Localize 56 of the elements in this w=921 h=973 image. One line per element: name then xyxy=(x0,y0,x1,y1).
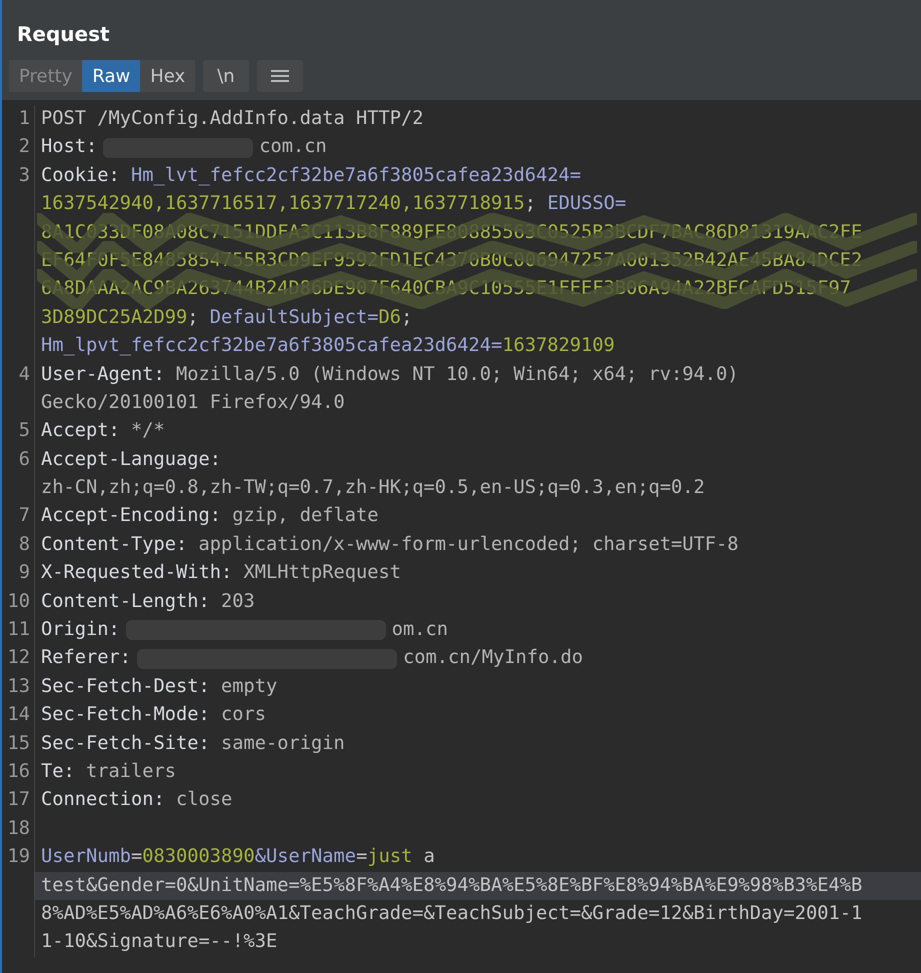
code-text: 3D89DC25A2D99; DefaultSubject=D6; xyxy=(41,306,412,330)
line-number: 10 xyxy=(7,590,30,612)
code-text: Gecko/20100101 Firefox/94.0 xyxy=(41,390,345,415)
code-text: UserNumb=0830003890&UserName=just a xyxy=(41,845,435,870)
code-text: X-Requested-With: XMLHttpRequest xyxy=(41,561,402,586)
line-number: 9 xyxy=(18,562,30,584)
code-text: Accept-Language: xyxy=(41,448,222,472)
code-text: 1-10&Signature=--!%3E xyxy=(41,930,278,954)
line-number: 8 xyxy=(18,534,30,555)
line-number: 14 xyxy=(7,704,30,726)
code-text: 8A1C033DF08A08C7151DDFA3C113B8F889FE80885563C0525B3BCDF7BAC86D81319AAC2FE xyxy=(41,220,862,245)
code-text: Sec-Fetch-Dest: empty xyxy=(41,674,278,699)
line-number: 2 xyxy=(18,136,30,158)
line-number: 19 xyxy=(7,846,30,868)
menu-button[interactable] xyxy=(256,60,303,92)
line-number: 16 xyxy=(7,760,30,782)
code-text: zh-CN,zh;q=0.8,zh-TW;q=0.7,zh-HK;q=0.5,en-US;q=0.3,en;q=0.2 xyxy=(41,476,705,500)
panel-title: Request xyxy=(16,22,111,46)
code-text: EF64F0F5E8485854755B3CD9EF9592FD1EC4370B0C006947257A001352B42AE45BA84DCE2 xyxy=(41,248,862,273)
line-number: 12 xyxy=(7,647,30,668)
newline-toggle-button[interactable]: \n xyxy=(203,60,249,92)
line-number: 11 xyxy=(7,619,30,640)
code-text: Cookie: Hm_lvt_fefcc2cf32be7a6f3805cafea23d6424= xyxy=(41,164,582,188)
code-text: Content-Length: 203 xyxy=(41,590,255,614)
code-text: 6A8DAAA2AC9BA263744B24D86DE907F640CBA9C10555E1FEEF3B06A94A22BECAFD515F97 xyxy=(41,277,852,302)
line-number: 4 xyxy=(18,364,30,385)
line-number: 1 xyxy=(18,108,30,129)
code-text: Sec-Fetch-Site: same-origin xyxy=(41,732,345,756)
menu-icon xyxy=(270,69,289,83)
line-number: 3 xyxy=(18,164,30,186)
line-number: 13 xyxy=(7,676,30,697)
view-tab[interactable]: Raw xyxy=(82,60,140,92)
code-text: test&Gender=0&UnitName=%E5%8F%A4%E8%94%BA%E5%8E%BF%E8%94%BA%E9%98%B3%E4%B xyxy=(41,874,862,898)
code-text: om.cn xyxy=(392,618,448,642)
code-text: 8%AD%E5%AD%A6%E6%A0%A1&TeachGrade=&TeachSubject=&Grade=12&BirthDay=2001-1 xyxy=(41,902,862,926)
code-text: Accept-Encoding: gzip, deflate xyxy=(41,504,379,528)
line-number: 15 xyxy=(7,732,30,754)
code-text: POST /MyConfig.AddInfo.data HTTP/2 xyxy=(41,107,424,131)
code-text: Sec-Fetch-Mode: cors xyxy=(41,703,266,728)
line-number: 7 xyxy=(18,505,30,526)
code-text: Host: xyxy=(41,135,98,160)
code-text: Referer: xyxy=(41,646,132,670)
line-number: 17 xyxy=(7,789,30,810)
code-text: 1637542940,1637716517,1637717240,1637718915; EDUSSO= xyxy=(41,192,626,216)
code-text: Connection: close xyxy=(41,788,232,812)
line-number: 6 xyxy=(18,448,30,470)
code-text: Origin: xyxy=(41,618,120,642)
code-text: Content-Type: application/x-www-form-urlencoded; charset=UTF-8 xyxy=(41,532,739,557)
code-text: Accept: */* xyxy=(41,419,165,444)
code-text: Te: trailers xyxy=(41,760,176,784)
line-number: 18 xyxy=(7,818,30,839)
code-text: com.cn xyxy=(259,135,327,160)
line-number: 5 xyxy=(18,420,30,442)
code-text: Hm_lpvt_fefcc2cf32be7a6f3805cafea23d6424=1637829109 xyxy=(41,334,615,358)
code-text: com.cn/MyInfo.do xyxy=(403,646,584,670)
code-text: User-Agent: Mozilla/5.0 (Windows NT 10.0; Win64; x64; rv:94.0) xyxy=(41,362,739,387)
